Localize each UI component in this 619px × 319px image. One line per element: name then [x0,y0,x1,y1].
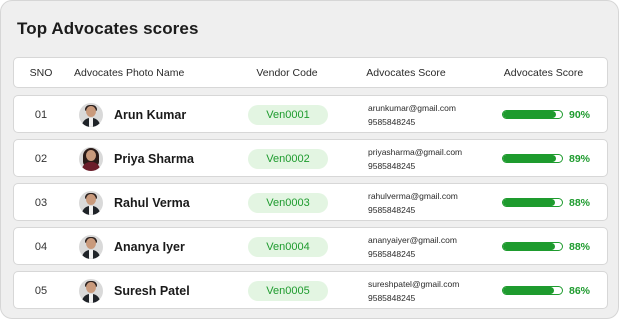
table-row[interactable]: 03 Rahul Verma Ven0003 rahulverma@gmail.… [13,183,608,221]
advocate-phone: 9585848245 [368,205,416,215]
vendor-code-badge: Ven0003 [248,193,328,213]
score-progress-fill [503,243,555,250]
row-sno: 03 [34,197,48,209]
header-vendor-code[interactable]: Vendor Code [226,58,348,89]
score-progress-bar [502,154,563,163]
advocate-phone: 9585848245 [368,117,416,127]
score-progress-fill [503,287,554,294]
male-avatar-icon [79,235,103,259]
card-title: Top Advocates scores [17,19,199,38]
score-progress-bar [502,242,563,251]
advocate-name: Arun Kumar [114,108,187,122]
male-avatar-icon [79,279,103,303]
table-header: SNO Advocates Photo Name Vendor Code Adv… [13,57,608,88]
advocate-name: Suresh Patel [114,284,190,298]
male-avatar-icon [79,103,103,127]
score-percent: 86% [569,285,591,297]
score-progress-fill [503,111,557,118]
male-avatar-icon [79,191,103,215]
table-row[interactable]: 02 Priya Sharma Ven0002 priyasharma@gmai… [13,139,608,177]
score-progress-fill [503,199,555,206]
advocate-email[interactable]: rahulverma@gmail.com [368,190,458,202]
advocate-name: Ananya Iyer [114,240,185,254]
advocate-email[interactable]: priyasharma@gmail.com [368,146,462,158]
header-advocates-score[interactable]: Advocates Score [478,58,609,89]
vendor-code-badge: Ven0004 [248,237,328,257]
advocate-phone: 9585848245 [368,249,416,259]
advocate-name: Rahul Verma [114,196,190,210]
row-sno: 05 [34,285,48,297]
score-percent: 89% [569,153,591,165]
score-percent: 90% [569,109,591,121]
advocates-scores-card: Top Advocates scores SNO Advocates Photo… [0,0,619,319]
header-photo-name[interactable]: Advocates Photo Name [68,58,226,89]
vendor-code-badge: Ven0001 [248,105,328,125]
header-sno[interactable]: SNO [14,58,68,89]
score-percent: 88% [569,197,591,209]
advocate-name: Priya Sharma [114,152,194,166]
score-progress-bar [502,110,563,119]
advocate-email[interactable]: ananyaiyer@gmail.com [368,234,457,246]
score-progress-bar [502,286,563,295]
score-progress-fill [503,155,556,162]
vendor-code-badge: Ven0002 [248,149,328,169]
row-sno: 04 [34,241,48,253]
score-progress-bar [502,198,563,207]
score-percent: 88% [569,241,591,253]
table-row[interactable]: 04 Ananya Iyer Ven0004 ananyaiyer@gmail.… [13,227,608,265]
row-sno: 02 [34,153,48,165]
row-sno: 01 [34,109,48,121]
advocate-phone: 9585848245 [368,161,416,171]
vendor-code-badge: Ven0005 [248,281,328,301]
advocate-phone: 9585848245 [368,293,416,303]
table-row[interactable]: 01 Arun Kumar Ven0001 arunkumar@gmail.co… [13,95,608,133]
advocate-email[interactable]: sureshpatel@gmail.com [368,278,459,290]
advocate-email[interactable]: arunkumar@gmail.com [368,102,456,114]
female-avatar-icon [79,147,103,171]
header-advocates-score-contact[interactable]: Advocates Score [348,58,478,89]
table-row[interactable]: 05 Suresh Patel Ven0005 sureshpatel@gmai… [13,271,608,309]
